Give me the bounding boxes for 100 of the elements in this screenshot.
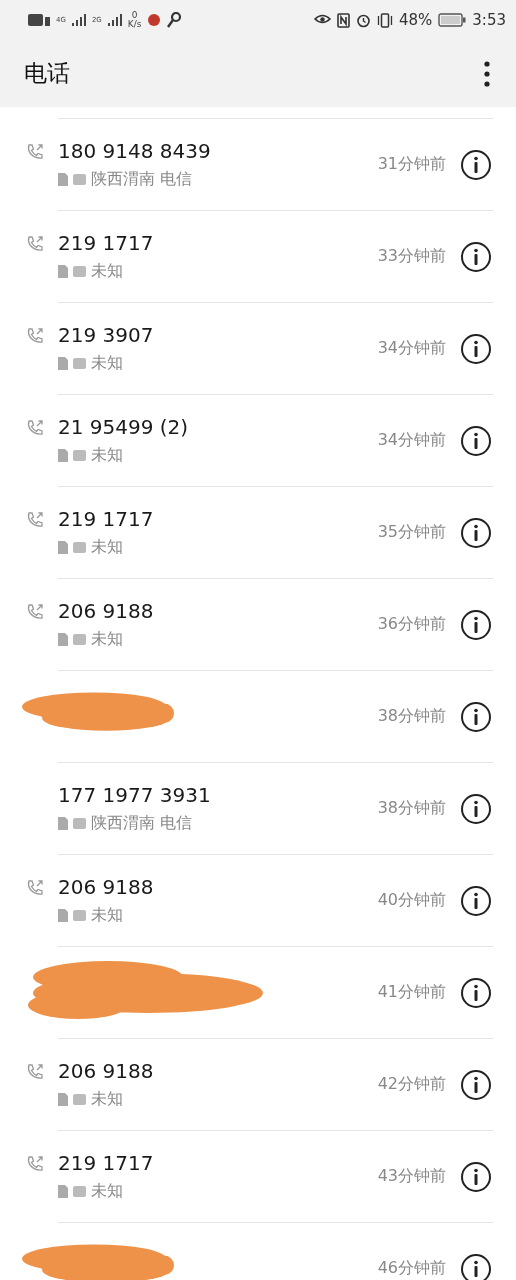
- nfc-icon: [336, 12, 350, 28]
- call-time: 35分钟前: [377, 522, 446, 543]
- outgoing-call-icon: [26, 143, 44, 161]
- caller-location: 未知: [91, 537, 123, 558]
- phone-number: 219 3907: [58, 323, 155, 347]
- phone-number: 206 9188: [58, 599, 155, 623]
- hd-icon: [73, 910, 86, 921]
- call-log-item[interactable]: 219 1717 未知 43分钟前: [0, 1131, 516, 1222]
- outgoing-call-icon: [26, 235, 44, 253]
- hd-icon: [73, 634, 86, 645]
- sim-icon: [58, 449, 68, 462]
- sim-icon: [58, 357, 68, 370]
- hd-icon: [73, 450, 86, 461]
- outgoing-call-icon: [26, 327, 44, 345]
- info-icon: [460, 792, 492, 825]
- call-log-item[interactable]: 177 1977 3931 陕西渭南 电信 38分钟前: [0, 763, 516, 854]
- call-time: 36分钟前: [377, 614, 446, 635]
- caller-location: 未知: [91, 445, 123, 466]
- call-time: 38分钟前: [377, 798, 446, 819]
- call-time: 38分钟前: [377, 706, 446, 727]
- call-log-item[interactable]: 206 9188 未知 40分钟前: [0, 855, 516, 946]
- caller-location: 陕西渭南 电信: [91, 813, 193, 834]
- eye-icon: [313, 14, 331, 26]
- battery-icon: [438, 13, 467, 27]
- info-button[interactable]: [460, 240, 492, 273]
- info-icon: [460, 1160, 492, 1193]
- vibrate-icon: [376, 12, 393, 28]
- sim-icon: [58, 1185, 68, 1198]
- sim-icon: [58, 909, 68, 922]
- call-time: 31分钟前: [377, 154, 446, 175]
- call-time: 33分钟前: [377, 246, 446, 267]
- hd-icon: [73, 1186, 86, 1197]
- call-time: 34分钟前: [377, 338, 446, 359]
- outgoing-call-icon: [26, 1155, 44, 1173]
- sim-icon: [58, 541, 68, 554]
- info-button[interactable]: [460, 424, 492, 457]
- info-button[interactable]: [460, 148, 492, 181]
- speed-unit: K/s: [127, 20, 142, 29]
- info-icon: [460, 424, 492, 457]
- phone-number: 206 9188: [58, 1059, 155, 1083]
- info-button[interactable]: [460, 608, 492, 641]
- info-button[interactable]: [460, 976, 492, 1009]
- call-log-item[interactable]: 206 9188 未知 42分钟前: [0, 1039, 516, 1130]
- call-log-item[interactable]: 219 1717 未知 33分钟前: [0, 211, 516, 302]
- hd-icon: [73, 174, 86, 185]
- info-icon: [460, 148, 492, 181]
- hd-icon: [73, 358, 86, 369]
- hd-icon: [73, 266, 86, 277]
- call-log-item[interactable]: 41分钟前: [0, 947, 516, 1038]
- alarm-icon: [355, 12, 371, 28]
- hd-icon: [73, 542, 86, 553]
- call-log-item[interactable]: 46分钟前: [0, 1223, 516, 1280]
- sim-icon: [58, 633, 68, 646]
- page-title: 电话: [24, 59, 70, 88]
- info-button[interactable]: [460, 332, 492, 365]
- battery-percent: 48%: [398, 11, 433, 29]
- info-button[interactable]: [460, 1252, 492, 1280]
- info-button[interactable]: [460, 1160, 492, 1193]
- call-log-item[interactable]: 219 3907 未知 34分钟前: [0, 303, 516, 394]
- caller-location: 未知: [91, 629, 123, 650]
- sim-icon: [58, 265, 68, 278]
- outgoing-call-icon: [26, 603, 44, 621]
- outgoing-call-icon: [26, 511, 44, 529]
- info-button[interactable]: [460, 884, 492, 917]
- call-log-item[interactable]: 38分钟前: [0, 671, 516, 762]
- info-icon: [460, 1068, 492, 1101]
- info-button[interactable]: [460, 792, 492, 825]
- caller-location: 陕西渭南 电信: [91, 169, 193, 190]
- phone-number: 219 1717: [58, 507, 155, 531]
- call-time: 34分钟前: [377, 430, 446, 451]
- info-button[interactable]: [460, 1068, 492, 1101]
- info-icon: [460, 608, 492, 641]
- phone-number: 180 9148 8439: [58, 139, 212, 163]
- call-time: 46分钟前: [377, 1258, 446, 1279]
- info-icon: [460, 1252, 492, 1280]
- sim-icon: [58, 1093, 68, 1106]
- call-log-item[interactable]: 180 9148 8439 陕西渭南 电信 31分钟前: [0, 119, 516, 210]
- outgoing-call-icon: [26, 419, 44, 437]
- phone-number: 219 1717: [58, 1151, 155, 1175]
- hd-icon: [73, 818, 86, 829]
- sim-icon: [58, 173, 68, 186]
- call-time: 42分钟前: [377, 1074, 446, 1095]
- call-log-item[interactable]: 21 95499 (2) 未知 34分钟前: [0, 395, 516, 486]
- phone-number: 177 1977 3931: [58, 783, 212, 807]
- caller-location: 未知: [91, 353, 123, 374]
- sim-icon: [58, 817, 68, 830]
- more-icon: [484, 60, 490, 87]
- call-log-item[interactable]: 219 1717 未知 35分钟前: [0, 487, 516, 578]
- call-time: 41分钟前: [377, 982, 446, 1003]
- caller-location: 未知: [91, 1089, 123, 1110]
- info-button[interactable]: [460, 700, 492, 733]
- info-button[interactable]: [460, 516, 492, 549]
- caller-location: 未知: [91, 261, 123, 282]
- caller-location: 未知: [91, 905, 123, 926]
- speed-value: 0: [131, 11, 138, 20]
- info-icon: [460, 976, 492, 1009]
- call-time: 43分钟前: [377, 1166, 446, 1187]
- hd-icon: [73, 1094, 86, 1105]
- info-icon: [460, 516, 492, 549]
- call-log-item[interactable]: 206 9188 未知 36分钟前: [0, 579, 516, 670]
